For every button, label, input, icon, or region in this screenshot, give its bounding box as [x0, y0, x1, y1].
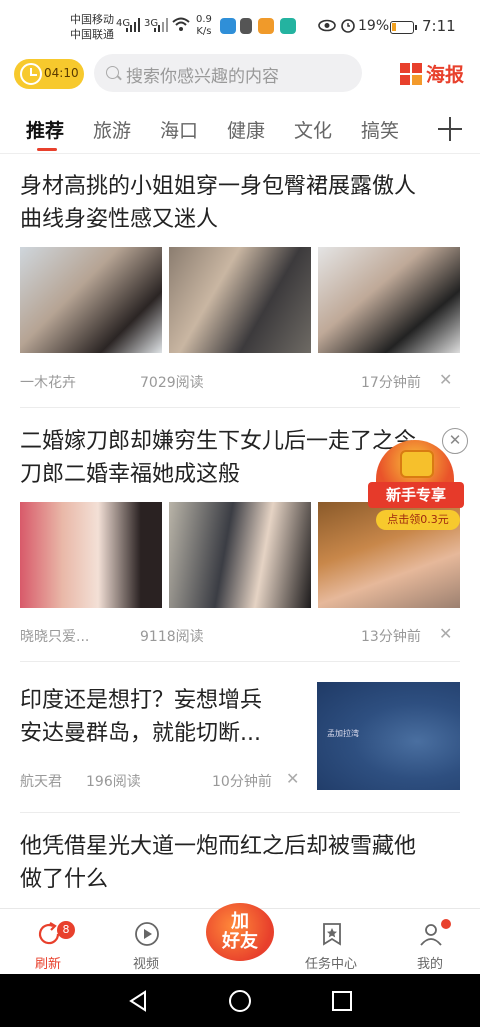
nav-refresh[interactable]: 8 刷新	[3, 909, 93, 975]
carrier-info: 中国移动 中国联通	[70, 12, 114, 42]
tab-haikou[interactable]: 海口	[160, 116, 198, 143]
dismiss-icon[interactable]: ✕	[439, 370, 452, 389]
search-icon	[106, 66, 119, 79]
article-thumbnail[interactable]	[169, 502, 311, 608]
signal-icon	[154, 18, 168, 32]
article-reads: 7029阅读	[140, 375, 204, 391]
logo-text: 海报	[426, 64, 465, 86]
dismiss-icon[interactable]: ✕	[286, 769, 299, 788]
wifi-icon	[172, 17, 190, 31]
task-star-icon	[323, 923, 341, 946]
signal-icon	[126, 18, 140, 32]
article-thumbnail[interactable]	[318, 247, 460, 353]
reading-timer[interactable]: 04:10	[14, 59, 84, 89]
tab-travel[interactable]: 旅游	[93, 116, 131, 143]
nav-video[interactable]: 视频	[101, 909, 191, 975]
category-tabs: 推荐 旅游 海口 健康 文化 搞笑	[0, 108, 480, 154]
article-time: 10分钟前	[212, 774, 272, 790]
top-bar: 04:10 搜索你感兴趣的内容 海报	[0, 54, 480, 100]
add-channel-icon[interactable]	[438, 116, 464, 142]
alert-icon	[240, 18, 252, 34]
eye-icon	[318, 19, 336, 32]
clock-icon	[20, 63, 42, 85]
video-app-icon	[258, 18, 274, 34]
message-app-icon	[280, 18, 296, 34]
nav-label: 刷新	[34, 957, 61, 972]
carrier-1: 中国移动	[70, 13, 114, 26]
carrier-2: 中国联通	[70, 28, 114, 41]
battery-percent: 19%	[358, 18, 390, 34]
notification-dot	[441, 919, 451, 929]
tab-recommend[interactable]: 推荐	[26, 116, 64, 143]
battery-icon	[390, 21, 417, 34]
article-reads: 9118阅读	[140, 629, 204, 645]
article-title[interactable]: 印度还是想打？妄想增兵 安达曼群岛，就能切断...	[20, 684, 300, 750]
nav-label: 任务中心	[304, 957, 357, 972]
dismiss-icon[interactable]: ✕	[439, 624, 452, 643]
divider	[20, 661, 460, 662]
article-author: 航天君	[20, 774, 62, 790]
tab-funny[interactable]: 搞笑	[361, 116, 399, 143]
search-placeholder: 搜索你感兴趣的内容	[126, 67, 279, 87]
article-reads: 196阅读	[86, 774, 141, 790]
article-author: 晓晓只爱...	[20, 629, 90, 645]
article-title[interactable]: 他凭借星光大道一炮而红之后却被雪藏他 做了什么	[20, 830, 416, 896]
newbie-promo[interactable]: ✕ 新手专享 点击领0.3元	[362, 428, 474, 532]
tab-culture[interactable]: 文化	[294, 116, 332, 143]
article-title[interactable]: 二婚嫁刀郎却嫌穷生下女儿后一走了之今 刀郎二婚幸福她成这般	[20, 425, 416, 491]
clock-time: 7:11	[422, 17, 456, 35]
article-thumbnail[interactable]	[20, 502, 162, 608]
article-thumbnail[interactable]	[169, 247, 311, 353]
active-tab-indicator	[37, 148, 57, 151]
status-bar: 中国移动 中国联通 4G 3G 0.9 K/s 19% 7:11	[0, 0, 480, 54]
article-thumbnail[interactable]: 孟加拉湾	[317, 682, 460, 790]
promo-claim-button[interactable]: 点击领0.3元	[376, 510, 460, 530]
nav-label: 我的	[416, 957, 443, 972]
app-notification-icon	[220, 18, 236, 34]
divider	[20, 407, 460, 408]
article-time: 17分钟前	[361, 375, 421, 391]
system-navigation-bar	[0, 974, 480, 1027]
article-thumbnail[interactable]	[20, 247, 162, 353]
article-title[interactable]: 身材高挑的小姐姐穿一身包臀裙展露傲人 曲线身姿性感又迷人	[20, 170, 416, 236]
bottom-navigation: 8 刷新 视频 加 好友 任务中心 我的	[0, 903, 480, 975]
nav-me[interactable]: 我的	[385, 909, 475, 975]
alarm-icon	[341, 19, 355, 33]
divider	[20, 812, 460, 813]
recents-icon[interactable]	[332, 991, 352, 1011]
nav-tasks[interactable]: 任务中心	[286, 909, 376, 975]
refresh-badge: 8	[57, 921, 75, 939]
article-author: 一木花卉	[20, 375, 76, 391]
tab-health[interactable]: 健康	[227, 116, 265, 143]
nav-label: 视频	[132, 957, 159, 972]
close-icon[interactable]: ✕	[442, 428, 468, 454]
timer-value: 04:10	[44, 66, 79, 80]
play-circle-icon	[135, 922, 159, 946]
back-icon[interactable]	[128, 990, 148, 1012]
home-icon[interactable]	[228, 989, 252, 1013]
add-friend-button[interactable]: 加 好友	[206, 903, 274, 961]
search-input[interactable]: 搜索你感兴趣的内容	[94, 54, 362, 92]
map-label: 孟加拉湾	[327, 729, 359, 738]
promo-title: 新手专享	[368, 482, 464, 508]
article-time: 13分钟前	[361, 629, 421, 645]
network-speed: 0.9 K/s	[196, 14, 212, 37]
logo-mark-icon	[400, 63, 422, 85]
